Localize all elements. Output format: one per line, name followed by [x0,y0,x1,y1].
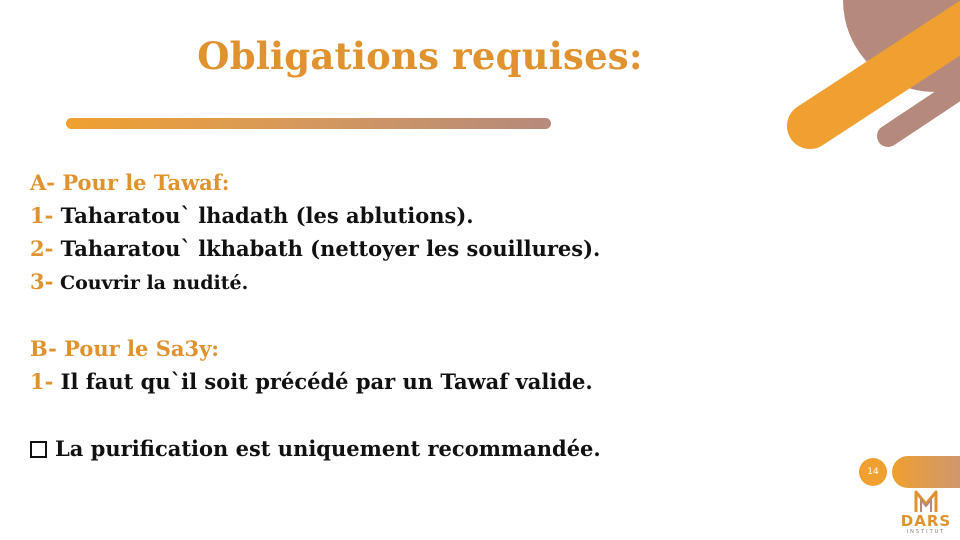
logo-mark-icon [914,490,938,512]
logo-subtitle: INSTITUT [906,529,946,535]
section-a-heading: A- Pour le Tawaf: [30,170,230,195]
item-text: Il faut qu`il soit précédé par un Tawaf … [53,369,593,394]
list-item: 2- Taharatou` lkhabath (nettoyer les sou… [30,232,810,265]
slide: Obligations requises: A- Pour le Tawaf: … [0,0,960,540]
item-text: Taharatou` lhadath (les ablutions). [53,203,474,228]
note-line: La purification est uniquement recommand… [30,432,810,465]
dars-logo: DARS INSTITUT [896,488,956,538]
title-underline-bar [66,118,551,129]
list-item: 1- Il faut qu`il soit précédé par un Taw… [30,365,810,398]
slide-content: A- Pour le Tawaf: 1- Taharatou` lhadath … [30,166,810,465]
list-item: 1- Taharatou` lhadath (les ablutions). [30,199,810,232]
note-text: La purification est uniquement recommand… [55,436,601,461]
slide-title: Obligations requises: [197,34,643,78]
section-b-heading: B- Pour le Sa3y: [30,336,220,361]
item-text: Taharatou` lkhabath (nettoyer les souill… [53,236,601,261]
checkbox-bullet-icon [30,441,47,458]
page-number-badge: 14 [859,458,887,486]
item-number: 3- [30,269,54,294]
item-number: 1- [30,369,54,394]
item-text: Couvrir la nudité. [53,272,249,294]
item-number: 1- [30,203,54,228]
item-number: 2- [30,236,54,261]
list-item: 3- Couvrir la nudité. [30,265,810,298]
page-pill-decor [892,456,960,488]
logo-name: DARS [900,512,952,530]
